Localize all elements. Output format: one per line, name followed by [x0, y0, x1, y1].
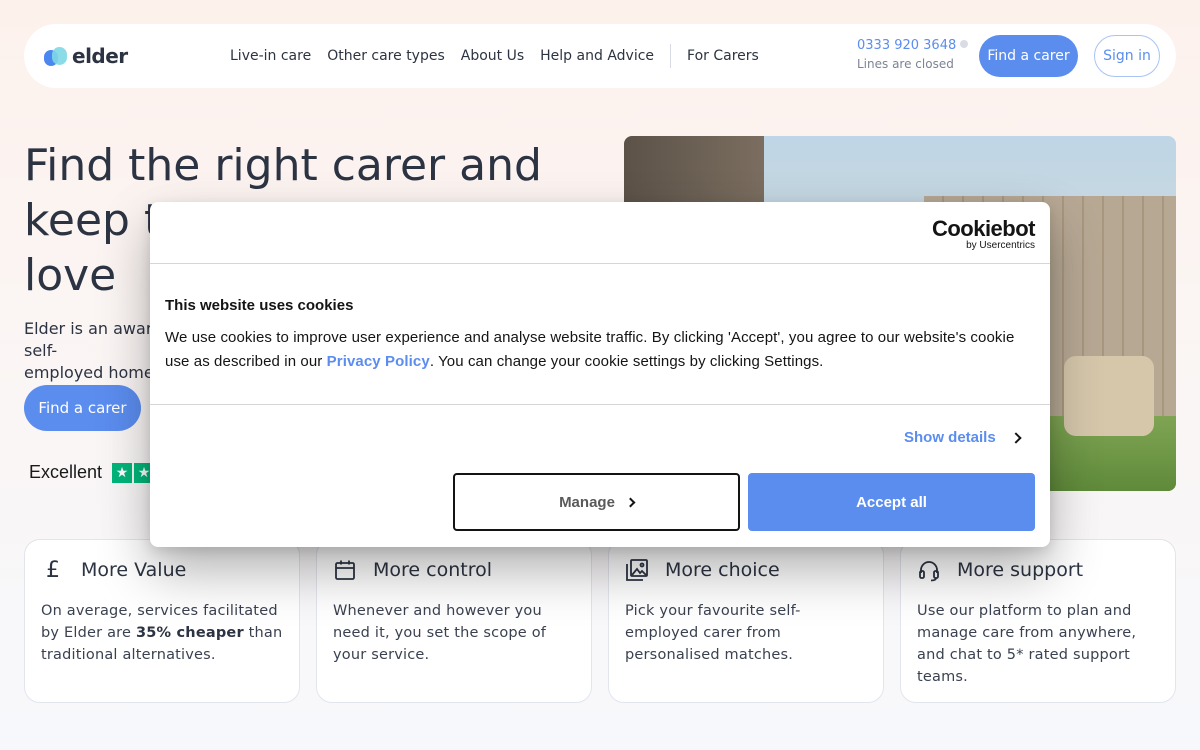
- main-nav: Live-in care Other care types About Us H…: [230, 24, 775, 88]
- headset-icon: [917, 558, 941, 582]
- status-dot-icon: [960, 40, 969, 48]
- nav-for-carers[interactable]: For Carers: [687, 48, 759, 64]
- cookie-consent-dialog: Cookiebot by Usercentrics This website u…: [150, 202, 1050, 547]
- card-title: More Value: [81, 559, 187, 581]
- cookiebot-brand-by: by Usercentrics: [966, 240, 1035, 251]
- card-more-value: £ More Value On average, services facili…: [24, 539, 300, 703]
- cookie-title: This website uses cookies: [165, 297, 354, 314]
- chevron-right-icon: [1010, 431, 1022, 444]
- header-find-carer-button[interactable]: Find a carer: [979, 35, 1078, 77]
- card-text-bold: 35% cheaper: [135, 625, 244, 641]
- sign-in-button[interactable]: Sign in: [1094, 35, 1160, 77]
- nav-other-care-types[interactable]: Other care types: [327, 48, 445, 64]
- manage-label: Manage: [559, 493, 615, 511]
- divider: [150, 263, 1050, 264]
- show-details-link[interactable]: Show details: [904, 429, 1022, 446]
- card-text: Use our platform to plan and manage care…: [917, 603, 1137, 685]
- gallery-icon: [625, 558, 649, 582]
- feature-cards: £ More Value On average, services facili…: [24, 539, 1176, 703]
- cookiebot-brand: Cookiebot: [931, 216, 1036, 241]
- show-details-label: Show details: [904, 429, 996, 446]
- manage-button[interactable]: Manage: [453, 473, 740, 531]
- card-title: More support: [957, 559, 1084, 581]
- card-title: More control: [373, 559, 493, 581]
- calendar-icon: [333, 558, 357, 582]
- hero-find-carer-button[interactable]: Find a carer: [24, 385, 141, 431]
- card-text: Pick your favourite self-employed carer …: [625, 603, 801, 663]
- card-more-support: More support Use our platform to plan an…: [900, 539, 1176, 703]
- chevron-right-icon: [625, 497, 636, 507]
- trustpilot-label: Excellent: [29, 462, 103, 482]
- hero-image-swing: [1064, 356, 1154, 436]
- accept-all-button[interactable]: Accept all: [748, 473, 1035, 531]
- phone-number[interactable]: 0333 920 3648: [857, 38, 956, 53]
- nav-help-and-advice[interactable]: Help and Advice: [540, 48, 654, 64]
- pound-icon: £: [46, 557, 60, 583]
- cookie-body: We use cookies to improve user experienc…: [165, 326, 1035, 374]
- cookiebot-logo[interactable]: Cookiebot by Usercentrics: [931, 216, 1036, 252]
- phone-status: Lines are closed: [857, 57, 954, 71]
- nav-divider: [670, 44, 672, 68]
- hero-title-line-3: love: [24, 250, 117, 301]
- nav-about-us[interactable]: About Us: [461, 48, 524, 64]
- divider: [150, 404, 1050, 405]
- card-more-choice: More choice Pick your favourite self-emp…: [608, 539, 884, 703]
- phone-contact: 0333 920 3648 Lines are closed: [857, 38, 969, 71]
- card-more-control: More control Whenever and however you ne…: [316, 539, 592, 703]
- privacy-policy-link[interactable]: Privacy Policy: [327, 353, 430, 370]
- card-title: More choice: [665, 559, 780, 581]
- logo-text: elder: [72, 44, 128, 68]
- card-text: On average, services facilitated by Elde…: [41, 600, 283, 666]
- site-header: elder Live-in care Other care types Abou…: [24, 24, 1176, 88]
- star-icon: ★: [112, 462, 133, 483]
- nav-live-in-care[interactable]: Live-in care: [230, 48, 311, 64]
- cookie-body-text: . You can change your cookie settings by…: [429, 353, 824, 370]
- hero-title-line-1: Find the right carer and: [24, 140, 542, 191]
- card-text: Whenever and however you need it, you se…: [333, 603, 547, 663]
- elder-logo-icon: [44, 45, 70, 67]
- elder-logo[interactable]: elder: [44, 44, 128, 68]
